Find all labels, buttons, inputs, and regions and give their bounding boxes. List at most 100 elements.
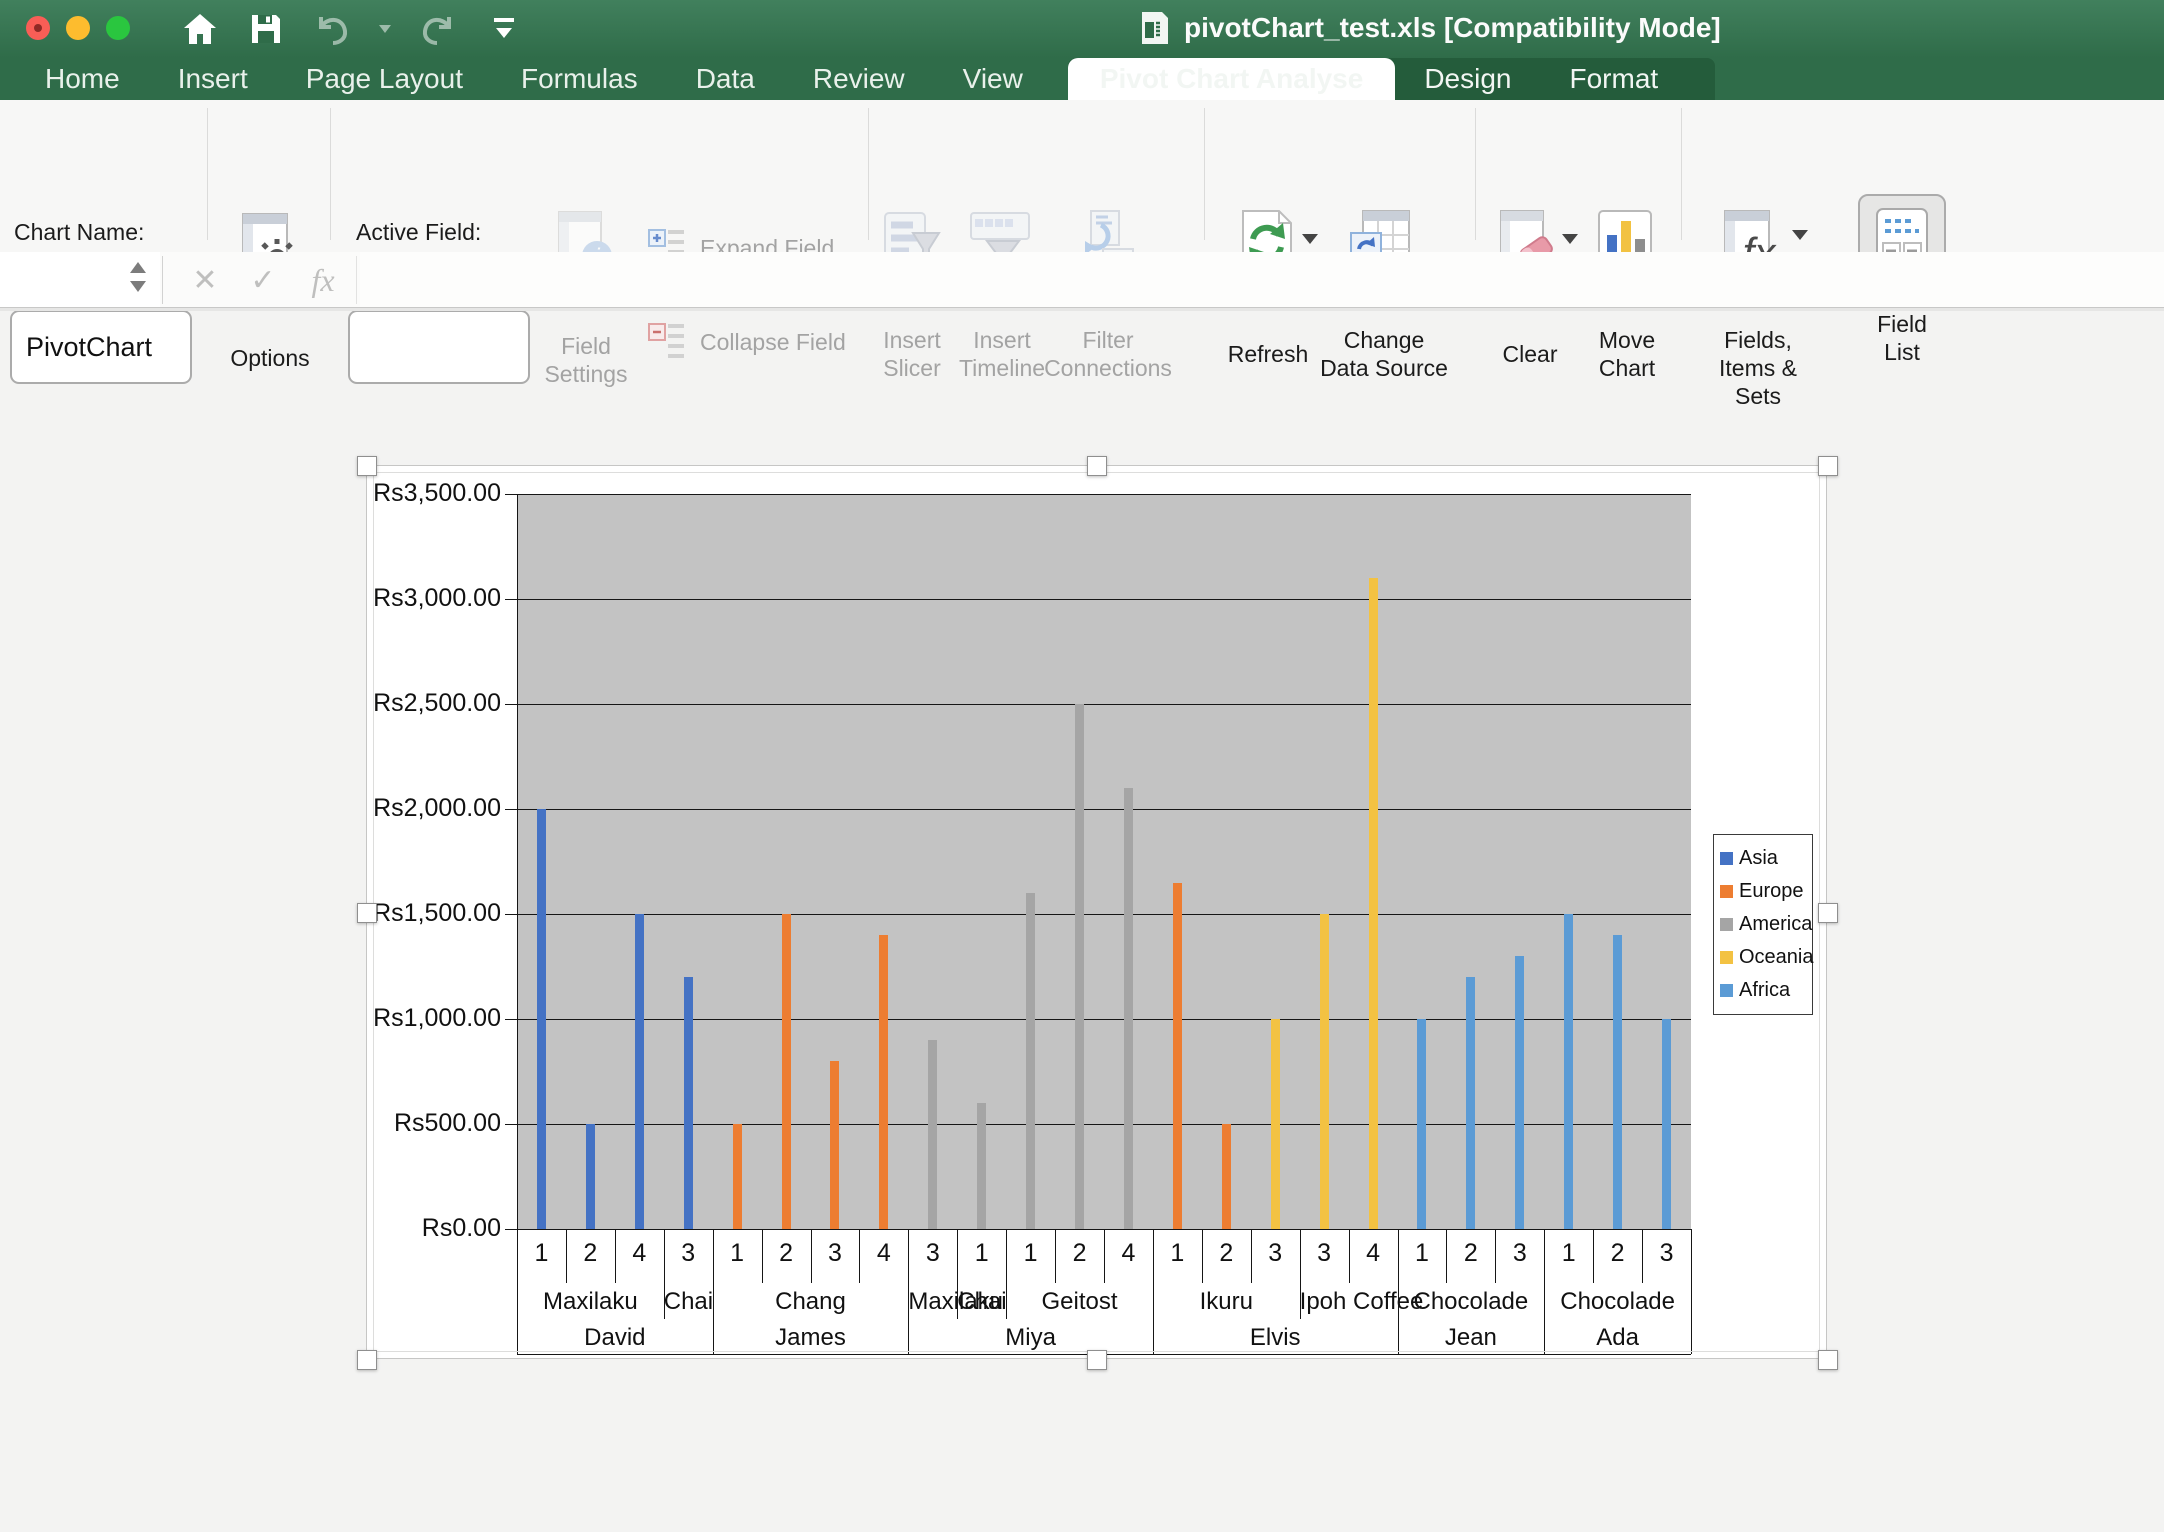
quarter-label: 1 (1398, 1239, 1447, 1268)
tab-review[interactable]: Review (784, 58, 934, 100)
bar (1417, 1019, 1426, 1229)
y-axis-label: Rs2,000.00 (367, 794, 501, 823)
tab-design[interactable]: Design (1395, 58, 1540, 100)
quarter-label: 2 (566, 1239, 615, 1268)
name-box-stepper[interactable] (130, 262, 146, 292)
legend-entry: Africa (1720, 976, 1806, 1005)
person-label: James (713, 1324, 909, 1352)
collapse-field-icon (648, 320, 688, 360)
quarter-label: 2 (1593, 1239, 1642, 1268)
y-axis-label: Rs0.00 (367, 1214, 501, 1243)
refresh-button[interactable]: Refresh (1222, 340, 1314, 368)
clear-button[interactable]: Clear (1494, 340, 1566, 368)
excel-document-icon (1140, 10, 1170, 46)
chart-resize-handle-bottom-left[interactable] (357, 1350, 377, 1370)
bar (1466, 977, 1475, 1229)
bar (1564, 914, 1573, 1229)
active-field-input[interactable] (348, 310, 530, 384)
quarter-label: 3 (1642, 1239, 1691, 1268)
product-label: Chocolade (1544, 1288, 1691, 1316)
bar (830, 1061, 839, 1229)
chart-resize-handle-bottom-right[interactable] (1818, 1350, 1838, 1370)
bar (586, 1124, 595, 1229)
zoom-window-button[interactable] (106, 16, 130, 40)
legend-label: Africa (1739, 979, 1790, 1002)
product-label: Chocolade (1398, 1288, 1545, 1316)
save-icon[interactable] (246, 9, 286, 49)
chart-resize-handle-mid-right[interactable] (1818, 903, 1838, 923)
chart-name-input[interactable] (10, 310, 192, 384)
fields-items-sets-button[interactable]: Fields, Items & Sets (1694, 326, 1822, 410)
tab-data[interactable]: Data (667, 58, 784, 100)
bar (537, 809, 546, 1229)
chart-name-label: Chart Name: (14, 218, 144, 246)
insert-slicer-button: Insert Slicer (868, 326, 956, 382)
chart-legend: AsiaEuropeAmericaOceaniaAfrica (1713, 834, 1813, 1015)
field-list-label: Field List (1858, 310, 1946, 366)
bar (1026, 893, 1035, 1229)
person-label: Elvis (1153, 1324, 1398, 1352)
chart-resize-handle-top-center[interactable] (1087, 456, 1107, 476)
insert-timeline-button: Insert Timeline (952, 326, 1052, 382)
refresh-menu-caret-icon[interactable] (1302, 234, 1318, 244)
person-label: Ada (1544, 1324, 1691, 1352)
quarter-label: 2 (1055, 1239, 1104, 1268)
y-axis-tick (505, 914, 517, 915)
bar (1369, 578, 1378, 1229)
tab-view[interactable]: View (934, 58, 1052, 100)
tab-pivot-chart-analyse[interactable]: Pivot Chart Analyse (1068, 58, 1395, 100)
ribbon-tabs: Home Insert Page Layout Formulas Data Re… (0, 58, 2164, 100)
bar (1515, 956, 1524, 1229)
document-title: pivotChart_test.xls [Compatibility Mode] (1184, 12, 1721, 44)
quarter-label: 1 (1544, 1239, 1593, 1268)
tab-page-layout[interactable]: Page Layout (277, 58, 492, 100)
close-window-button[interactable] (26, 16, 50, 40)
home-icon[interactable] (180, 9, 220, 49)
y-axis-tick (505, 599, 517, 600)
bar (684, 977, 693, 1229)
tab-formulas[interactable]: Formulas (492, 58, 667, 100)
clear-menu-caret-icon[interactable] (1562, 234, 1578, 244)
chart-resize-handle-bottom-center[interactable] (1087, 1350, 1107, 1370)
legend-swatch (1720, 984, 1733, 997)
tab-insert[interactable]: Insert (149, 58, 277, 100)
toolbar-overflow-icon[interactable] (484, 9, 524, 49)
chart-resize-handle-top-right[interactable] (1818, 456, 1838, 476)
titlebar: pivotChart_test.xls [Compatibility Mode] (0, 0, 2164, 58)
formula-bar: ✕ ✓ fx (0, 252, 2164, 308)
fields-items-sets-caret-icon[interactable] (1792, 230, 1808, 240)
bar (782, 914, 791, 1229)
redo-icon[interactable] (418, 9, 458, 49)
bar (1222, 1124, 1231, 1229)
insert-function-icon[interactable]: fx (300, 252, 346, 308)
filter-connections-button: Filter Connections (1040, 326, 1176, 382)
quarter-label: 1 (1153, 1239, 1202, 1268)
minimize-window-button[interactable] (66, 16, 90, 40)
enter-check-icon[interactable]: ✓ (240, 252, 286, 308)
y-axis-label: Rs1,000.00 (367, 1004, 501, 1033)
undo-icon[interactable] (312, 9, 352, 49)
tab-format[interactable]: Format (1541, 58, 1688, 100)
bar (928, 1040, 937, 1229)
active-field-label: Active Field: (356, 218, 481, 246)
ribbon: Chart Name: Options Active Field: i Fiel… (0, 100, 2164, 252)
pivot-chart-plot: Rs3,500.00Rs3,000.00Rs2,500.00Rs2,000.00… (367, 466, 1826, 1358)
change-data-source-button[interactable]: Change Data Source (1318, 326, 1450, 382)
undo-menu-caret-icon[interactable] (378, 9, 392, 49)
pivot-chart-area[interactable]: Rs3,500.00Rs3,000.00Rs2,500.00Rs2,000.00… (366, 465, 1827, 1359)
bar (635, 914, 644, 1229)
options-button[interactable]: Options (222, 344, 318, 372)
y-axis-label: Rs3,500.00 (367, 479, 501, 508)
chart-resize-handle-mid-left[interactable] (357, 903, 377, 923)
quarter-label: 1 (957, 1239, 1006, 1268)
bar (733, 1124, 742, 1229)
quarter-label: 3 (1300, 1239, 1349, 1268)
y-axis-tick (505, 494, 517, 495)
cancel-icon[interactable]: ✕ (182, 252, 228, 308)
chart-resize-handle-top-left[interactable] (357, 456, 377, 476)
move-chart-button[interactable]: Move Chart (1590, 326, 1664, 382)
y-axis-tick (505, 809, 517, 810)
tab-home[interactable]: Home (16, 58, 149, 100)
formula-input[interactable] (360, 252, 2164, 307)
product-label: Chai (664, 1288, 713, 1316)
